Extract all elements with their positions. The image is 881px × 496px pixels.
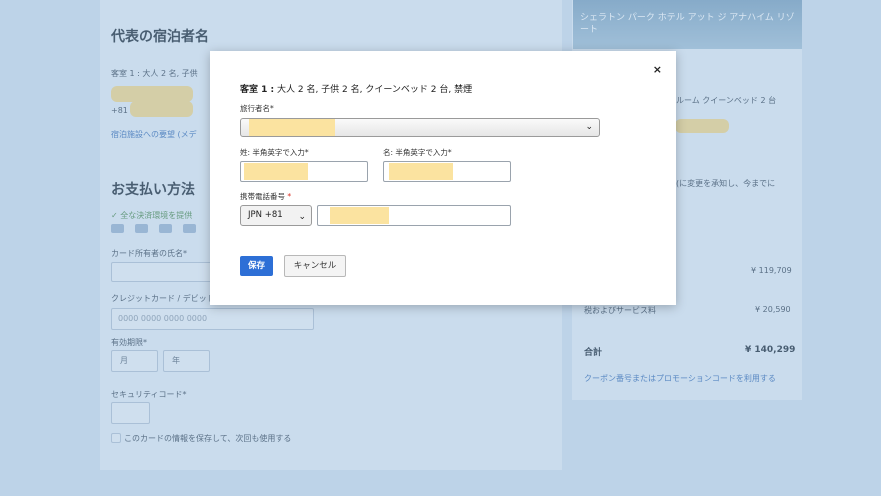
- first-name-label: 名: 半角英字で入力*: [383, 147, 452, 158]
- first-name-label-text: 名: 半角英字で入力: [383, 148, 448, 157]
- close-icon[interactable]: ×: [653, 63, 662, 76]
- country-code-select[interactable]: JPN +81 ⌄: [240, 205, 312, 226]
- room-detail: 大人 2 名, 子供 2 名, クイーンベッド 2 台, 禁煙: [277, 85, 473, 95]
- last-name-label-text: 姓: 半角英字で入力: [240, 148, 305, 157]
- room-label: 客室 1 :: [240, 85, 275, 95]
- last-name-input[interactable]: [240, 161, 368, 182]
- required-mark: *: [447, 148, 452, 157]
- traveler-name-label: 旅行者名*: [240, 103, 274, 114]
- phone-label: 携帯電話番号 *: [240, 191, 291, 202]
- masked-last-name: [244, 163, 308, 180]
- traveler-name-label-text: 旅行者名: [240, 104, 270, 113]
- phone-number-input[interactable]: [317, 205, 511, 226]
- room-info: 客室 1 : 大人 2 名, 子供 2 名, クイーンベッド 2 台, 禁煙: [240, 82, 472, 95]
- chevron-down-icon: ⌄: [585, 122, 593, 132]
- phone-label-text: 携帯電話番号: [240, 192, 285, 201]
- masked-phone-number: [330, 207, 389, 224]
- required-mark: *: [270, 104, 274, 113]
- required-mark: *: [287, 192, 292, 201]
- traveler-name-select[interactable]: ⌄: [240, 118, 600, 137]
- save-button[interactable]: 保存: [240, 256, 273, 276]
- guest-edit-modal: × 客室 1 : 大人 2 名, 子供 2 名, クイーンベッド 2 台, 禁煙…: [210, 51, 676, 305]
- last-name-label: 姓: 半角英字で入力*: [240, 147, 309, 158]
- masked-traveler-name: [249, 119, 335, 136]
- chevron-down-icon: ⌄: [298, 212, 306, 222]
- required-mark: *: [304, 148, 309, 157]
- first-name-input[interactable]: [383, 161, 511, 182]
- masked-first-name: [389, 163, 453, 180]
- cancel-button[interactable]: キャンセル: [284, 255, 346, 277]
- country-code-value: JPN +81: [248, 210, 283, 220]
